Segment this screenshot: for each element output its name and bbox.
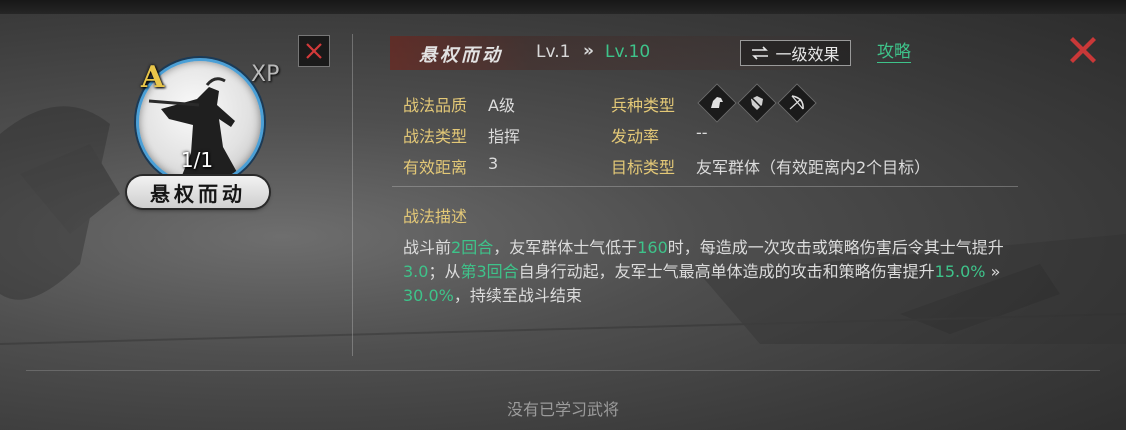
range-value: 3 <box>488 154 499 173</box>
top-bar <box>0 0 1126 14</box>
description-heading: 战法描述 <box>403 207 468 226</box>
quality-value: A级 <box>488 96 515 115</box>
level-max: Lv.10 <box>605 42 651 62</box>
xp-label: XP <box>251 62 280 87</box>
desc-highlight: 15.0% <box>934 262 986 281</box>
skill-title: 悬权而动 <box>419 45 503 66</box>
desc-highlight: 第3回合 <box>460 262 519 281</box>
close-x-icon <box>1070 37 1096 63</box>
quality-label: 战法品质 <box>403 96 468 115</box>
level-effect-button[interactable]: 一级效果 <box>740 40 851 66</box>
desc-seg: ；从 <box>428 262 461 281</box>
desc-seg: 时，每造成一次攻击或策略伤害后令其士气提升 <box>667 238 1004 257</box>
desc-seg: » <box>985 262 1001 281</box>
skill-count: 1/1 <box>180 148 214 172</box>
swap-arrows-icon <box>752 46 769 60</box>
type-label: 战法类型 <box>403 127 468 146</box>
desc-seg: ，友军群体士气低于 <box>493 238 638 257</box>
desc-seg: ，持续至战斗结束 <box>453 286 582 305</box>
desc-highlight: 30.0% <box>403 286 454 305</box>
target-type-label: 目标类型 <box>611 158 676 177</box>
range-label: 有效距离 <box>403 158 468 177</box>
cavalry-icon <box>711 97 723 108</box>
footer-divider <box>26 370 1100 371</box>
panel-divider <box>352 34 353 356</box>
skill-name: 悬权而动 <box>150 181 246 206</box>
section-divider <box>392 186 1018 187</box>
card-close-button[interactable] <box>298 35 330 67</box>
skill-name-plate: 悬权而动 <box>127 176 269 208</box>
desc-seg: 自身行动起，友军士气最高单体造成的攻击和策略伤害提升 <box>518 262 935 281</box>
level-current: Lv.1 <box>536 42 571 62</box>
panel-close-button[interactable] <box>1066 33 1100 67</box>
desc-highlight: 2回合 <box>451 238 494 257</box>
trigger-rate-label: 发动率 <box>611 127 660 146</box>
desc-seg: 战斗前 <box>403 238 452 257</box>
level-arrow: » <box>583 41 594 61</box>
type-value: 指挥 <box>488 127 521 146</box>
close-x-icon <box>306 43 322 59</box>
desc-highlight: 3.0 <box>403 262 429 281</box>
bow-icon <box>789 95 804 110</box>
level-effect-label: 一级效果 <box>775 45 840 64</box>
desc-highlight: 160 <box>637 238 668 257</box>
troop-type-label: 兵种类型 <box>611 96 676 115</box>
description-text: 战斗前2回合，友军群体士气低于160时，每造成一次攻击或策略伤害后令其士气提升 3… <box>403 236 1043 308</box>
trigger-rate-value: -- <box>696 123 708 142</box>
shield-icon <box>750 96 764 110</box>
grade-letter: A <box>141 60 165 95</box>
footer-note: 没有已学习武将 <box>506 400 619 419</box>
guide-link[interactable]: 攻略 <box>877 42 911 63</box>
target-type-value: 友军群体（有效距离内2个目标） <box>696 158 931 177</box>
